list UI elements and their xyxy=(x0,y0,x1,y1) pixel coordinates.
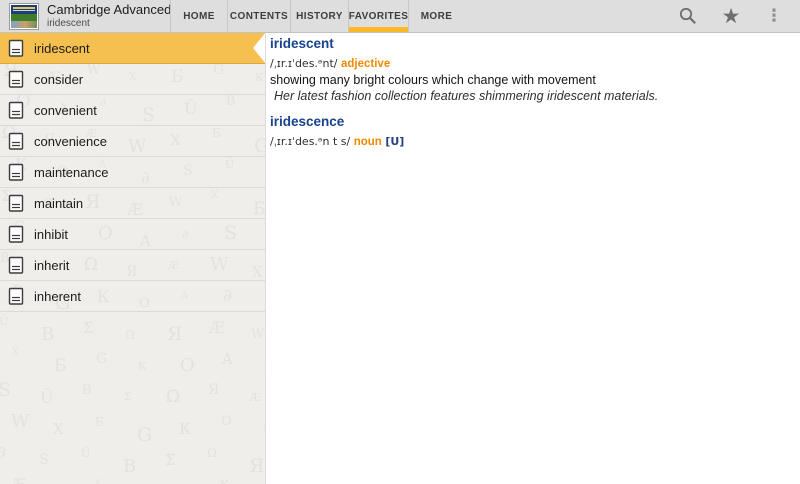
list-item-label: convenience xyxy=(34,134,107,149)
search-button[interactable] xyxy=(676,2,700,30)
tab-label: MORE xyxy=(421,11,453,22)
part-of-speech: noun xyxy=(354,136,382,148)
definition-pane[interactable]: iridescent /ˌɪr.ɪˈdes.ᵊnt/ adjective sho… xyxy=(267,33,800,484)
list-item-inhibit[interactable]: inhibit xyxy=(0,219,265,250)
document-icon xyxy=(8,70,25,89)
tab-bar: HOME CONTENTS HISTORY FAVORITES MORE xyxy=(170,0,464,32)
list-item-convenience[interactable]: convenience xyxy=(0,126,265,157)
list-item-label: inhibit xyxy=(34,227,68,242)
entry-headword: iridescence xyxy=(270,114,790,130)
entry-example: Her latest fashion collection features s… xyxy=(270,89,790,103)
list-item-label: consider xyxy=(34,72,83,87)
document-icon xyxy=(8,132,25,151)
tab-favorites[interactable]: FAVORITES xyxy=(348,0,408,32)
list-item-maintain[interactable]: maintain xyxy=(0,188,265,219)
list-item-label: maintain xyxy=(34,196,83,211)
app-subtitle: iridescent xyxy=(47,18,171,30)
pronunciation-line: /ˌɪr.ɪˈdes.ᵊn t s/ noun [U] xyxy=(270,135,790,149)
entry-headword: iridescent xyxy=(270,36,790,52)
active-tab-underline xyxy=(349,27,408,32)
logo-stripe xyxy=(11,14,37,21)
list-item-label: iridescent xyxy=(34,41,90,56)
app-title: Cambridge Advanced xyxy=(47,2,171,18)
entry-pronunciation: /ˌɪr.ɪˈdes.ᵊn t s/ xyxy=(270,135,350,148)
app-logo-icon xyxy=(9,3,39,30)
list-item-inherent[interactable]: inherent xyxy=(0,281,265,312)
tab-more[interactable]: MORE xyxy=(408,0,464,32)
favorites-word-list[interactable]: iridescent consider convenient xyxy=(0,33,265,484)
tab-label: CONTENTS xyxy=(230,11,288,22)
entry-definition: showing many bright colours which change… xyxy=(270,73,790,87)
entry-pronunciation: /ˌɪr.ɪˈdes.ᵊnt/ xyxy=(270,57,338,70)
document-icon xyxy=(8,101,25,120)
action-bar: Cambridge Advanced iridescent HOME CONTE… xyxy=(0,0,800,33)
document-icon xyxy=(8,225,25,244)
document-icon xyxy=(8,287,25,306)
document-icon xyxy=(8,163,25,182)
logo-stripe xyxy=(11,5,37,14)
action-icons: ★ ⋮ xyxy=(676,0,786,32)
overflow-menu-icon: ⋮ xyxy=(766,8,783,25)
list-item-label: inherit xyxy=(34,258,69,273)
document-icon xyxy=(8,256,25,275)
tab-history[interactable]: HISTORY xyxy=(290,0,348,32)
list-item-label: convenient xyxy=(34,103,97,118)
list-item-consider[interactable]: consider xyxy=(0,64,265,95)
tab-label: HOME xyxy=(183,11,215,22)
search-icon xyxy=(678,6,698,26)
list-item-iridescent[interactable]: iridescent xyxy=(0,33,265,64)
overflow-menu-button[interactable]: ⋮ xyxy=(762,2,786,30)
word-list-sidebar: A∂SŨBΣΩЯÆWXБGКOA∂SŨBΣΩЯÆWXБGКOA∂SŨBΣΩЯÆW… xyxy=(0,33,266,484)
logo-stripe xyxy=(11,21,37,28)
grammar-code: [U] xyxy=(385,135,404,148)
document-icon xyxy=(8,39,25,58)
app-window: Cambridge Advanced iridescent HOME CONTE… xyxy=(0,0,800,484)
pronunciation-line: /ˌɪr.ɪˈdes.ᵊnt/ adjective xyxy=(270,57,790,71)
list-item-inherit[interactable]: inherit xyxy=(0,250,265,281)
star-icon: ★ xyxy=(722,6,741,27)
dictionary-entry: iridescence /ˌɪr.ɪˈdes.ᵊn t s/ noun [U] xyxy=(270,114,790,149)
tab-label: FAVORITES xyxy=(349,11,409,22)
part-of-speech: adjective xyxy=(341,58,390,70)
list-item-label: inherent xyxy=(34,289,81,304)
list-item-convenient[interactable]: convenient xyxy=(0,95,265,126)
title-block: Cambridge Advanced iridescent xyxy=(47,2,171,30)
tab-contents[interactable]: CONTENTS xyxy=(227,0,290,32)
tab-home[interactable]: HOME xyxy=(170,0,227,32)
favorites-star-button[interactable]: ★ xyxy=(719,2,743,30)
dictionary-entry: iridescent /ˌɪr.ɪˈdes.ᵊnt/ adjective sho… xyxy=(270,36,790,103)
tab-label: HISTORY xyxy=(296,11,343,22)
list-item-label: maintenance xyxy=(34,165,108,180)
list-item-maintenance[interactable]: maintenance xyxy=(0,157,265,188)
document-icon xyxy=(8,194,25,213)
